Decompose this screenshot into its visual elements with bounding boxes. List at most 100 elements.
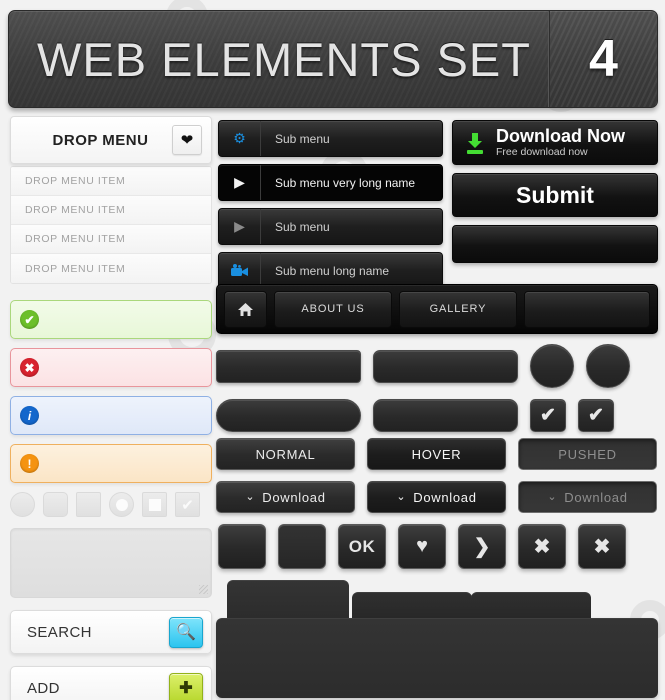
download-button-pushed[interactable]: ⌄ Download <box>518 481 657 513</box>
button-state-grid: NORMAL HOVER PUSHED ⌄ Download ⌄ Downloa… <box>216 438 658 524</box>
checkbox-dark[interactable]: ✔ <box>530 399 566 432</box>
icon-button-row: OK ♥ ❯ ✖ ✖ <box>218 524 626 569</box>
tab-label: ABOUT US <box>301 303 365 315</box>
ok-button[interactable]: OK <box>338 524 386 569</box>
blank-button-shapes: ✔ ✔ <box>216 344 658 443</box>
heart-icon[interactable]: ❤ <box>172 125 202 155</box>
radio-checked[interactable] <box>109 492 134 517</box>
download-button-hover[interactable]: ⌄ Download <box>367 481 506 513</box>
submenu-label: Sub menu <box>275 131 330 146</box>
search-label: SEARCH <box>27 623 92 641</box>
checkbox-square[interactable] <box>76 492 101 517</box>
next-button[interactable]: ❯ <box>458 524 506 569</box>
search-icon[interactable]: 🔍 <box>169 616 203 648</box>
submenu-item[interactable]: ⚙ Sub menu <box>218 120 443 157</box>
blank-button[interactable] <box>452 225 658 263</box>
heart-icon: ♥ <box>416 535 428 557</box>
circle-button[interactable] <box>586 344 630 388</box>
button-label: HOVER <box>411 446 462 462</box>
alert-warning: ! <box>10 444 212 483</box>
tab-panel-tabs <box>216 580 658 618</box>
play-icon: ▶ <box>219 165 261 200</box>
blank-button-flat[interactable] <box>278 524 326 569</box>
submit-label: Submit <box>516 181 594 208</box>
checkbox-rounded[interactable] <box>43 492 68 517</box>
button-label: NORMAL <box>255 446 316 462</box>
blank-button[interactable] <box>218 524 266 569</box>
navigation-bar: ABOUT US GALLERY <box>216 284 658 334</box>
alert-error: ✖ <box>10 348 212 387</box>
tab-panel-tab-active[interactable] <box>227 580 349 618</box>
submenu-item-active[interactable]: ▶ Sub menu very long name <box>218 164 443 201</box>
button-normal[interactable]: NORMAL <box>216 438 355 470</box>
check-icon: ✔ <box>20 310 39 329</box>
tab-empty[interactable] <box>524 290 650 328</box>
home-icon[interactable] <box>224 290 267 328</box>
tab-panel-tab[interactable] <box>352 592 472 618</box>
download-subtitle: Free download now <box>496 145 588 158</box>
close-button[interactable]: ✖ <box>518 524 566 569</box>
download-button-normal[interactable]: ⌄ Download <box>216 481 355 513</box>
checkbox-filled[interactable] <box>142 492 167 517</box>
dropdown-item[interactable]: DROP MENU ITEM <box>11 167 211 196</box>
button-label: Download <box>564 489 628 505</box>
rounded-button[interactable] <box>373 349 518 383</box>
button-label: Download <box>413 489 477 505</box>
submenu-label: Sub menu long name <box>275 263 390 278</box>
dropdown-item[interactable]: DROP MENU ITEM <box>11 225 211 254</box>
ui-kit-canvas: WEB ELEMENTS SET 4 DROP MENU ❤ DROP MENU… <box>0 0 665 700</box>
submenu-item[interactable]: ▶ Sub menu <box>218 208 443 245</box>
cta-column: Download Now Free download now Submit <box>452 120 658 271</box>
left-column: DROP MENU ❤ DROP MENU ITEM DROP MENU ITE… <box>10 116 212 700</box>
tab-panel-tab[interactable] <box>471 592 591 618</box>
tab-label: GALLERY <box>429 303 487 315</box>
header-banner: WEB ELEMENTS SET 4 <box>8 10 658 108</box>
button-label: Download <box>262 489 326 505</box>
textarea-field[interactable] <box>10 528 212 598</box>
circle-button[interactable] <box>530 344 574 388</box>
tab-gallery[interactable]: GALLERY <box>399 290 517 328</box>
submenu-label: Sub menu very long name <box>275 175 416 190</box>
tab-panel <box>216 580 658 698</box>
add-field[interactable]: ADD ✚ <box>10 666 212 700</box>
radio-unchecked[interactable] <box>10 492 35 517</box>
close-icon: ✖ <box>593 536 611 558</box>
dropdown-header[interactable]: DROP MENU ❤ <box>10 116 212 164</box>
submit-button[interactable]: Submit <box>452 173 658 217</box>
icon-button-label: OK <box>348 536 376 556</box>
download-icon <box>465 132 485 154</box>
info-icon: i <box>20 406 39 425</box>
add-label: ADD <box>27 679 60 697</box>
exclamation-icon: ! <box>20 454 39 473</box>
tab-panel-body <box>216 618 658 698</box>
search-field[interactable]: SEARCH 🔍 <box>10 610 212 654</box>
x-icon: ✖ <box>20 358 39 377</box>
banner-title: WEB ELEMENTS SET <box>9 11 549 107</box>
dropdown-item[interactable]: DROP MENU ITEM <box>11 254 211 283</box>
checkbox-dark[interactable]: ✔ <box>578 399 614 432</box>
dropdown-title: DROP MENU <box>52 131 149 149</box>
double-chevron-down-icon: ⌄ <box>396 490 407 503</box>
rect-button[interactable] <box>216 349 361 383</box>
tab-about-us[interactable]: ABOUT US <box>274 290 392 328</box>
checkbox-checked[interactable]: ✔ <box>175 492 200 517</box>
alert-success: ✔ <box>10 300 212 339</box>
dropdown-item[interactable]: DROP MENU ITEM <box>11 196 211 225</box>
close-button[interactable]: ✖ <box>578 524 626 569</box>
play-icon: ▶ <box>219 209 261 244</box>
resize-grip[interactable] <box>199 585 208 594</box>
submenu-label: Sub menu <box>275 219 330 234</box>
plus-icon[interactable]: ✚ <box>169 672 203 700</box>
submenu-column: ⚙ Sub menu ▶ Sub menu very long name ▶ S… <box>218 120 443 296</box>
heart-button[interactable]: ♥ <box>398 524 446 569</box>
round-button[interactable] <box>373 399 518 432</box>
button-pushed[interactable]: PUSHED <box>518 438 657 470</box>
gear-icon: ⚙ <box>219 121 261 156</box>
download-now-button[interactable]: Download Now Free download now <box>452 120 658 165</box>
video-camera-icon <box>219 253 261 288</box>
pill-button[interactable] <box>216 399 361 432</box>
button-hover[interactable]: HOVER <box>367 438 506 470</box>
alert-stack: ✔ ✖ i ! <box>10 300 212 483</box>
control-row: ✔ <box>10 492 212 517</box>
dropdown-list: DROP MENU ITEM DROP MENU ITEM DROP MENU … <box>10 166 212 284</box>
